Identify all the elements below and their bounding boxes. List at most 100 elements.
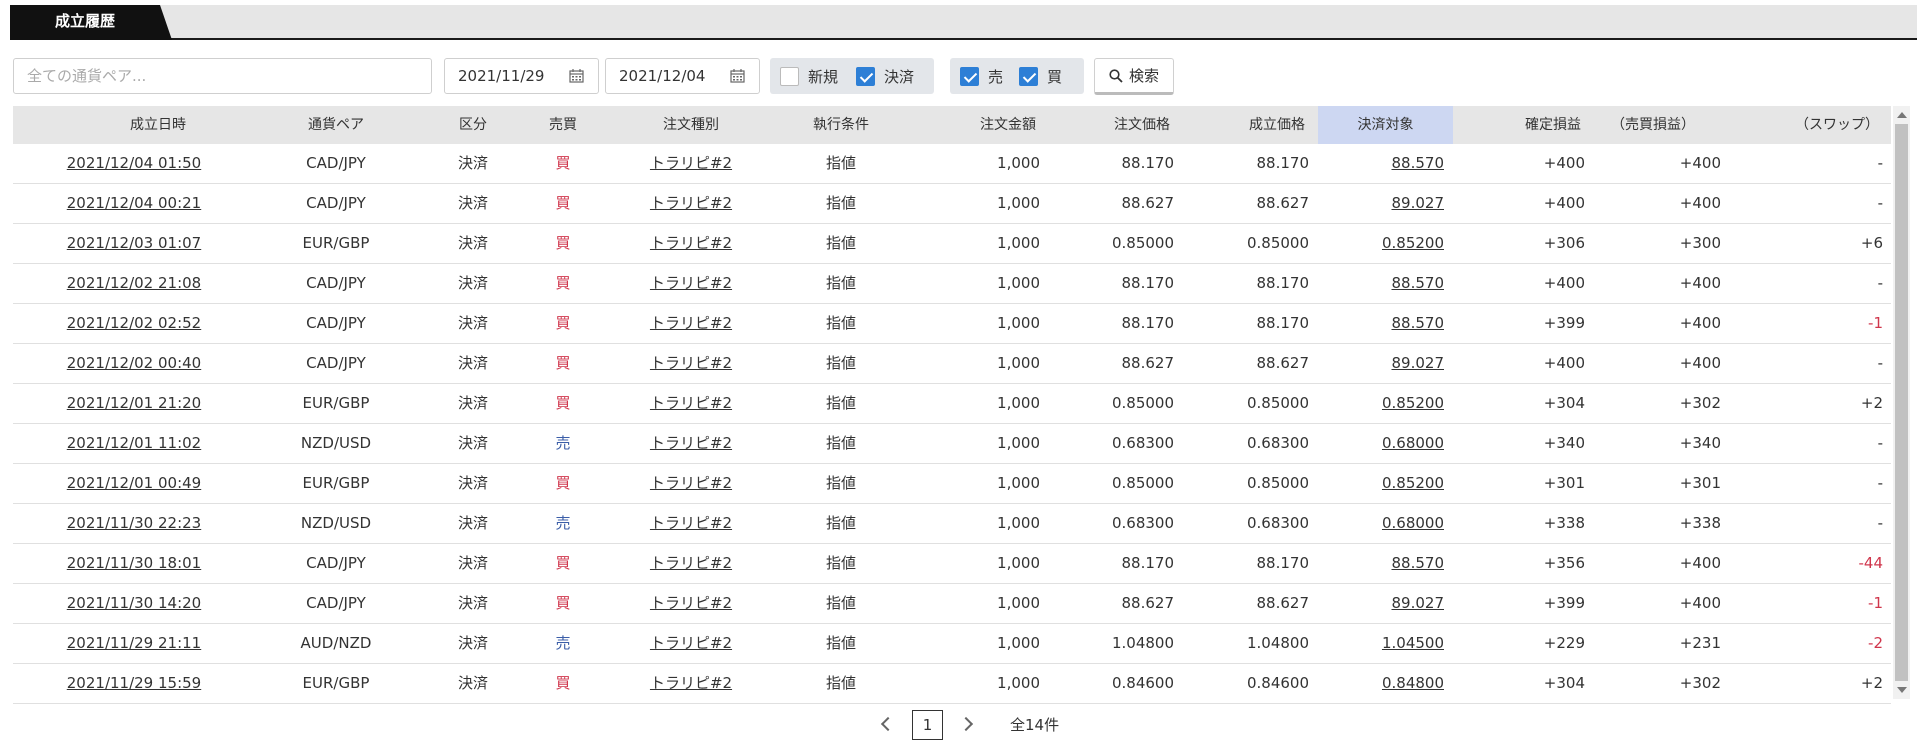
cell-pnl: +301 [1543, 474, 1585, 492]
cell-order-type[interactable]: トラリピ#2 [626, 264, 756, 303]
scroll-up-arrow-icon[interactable] [1897, 112, 1907, 118]
cell-target[interactable]: 0.85200 [1318, 464, 1444, 503]
search-button-label: 検索 [1128, 67, 1159, 85]
tab-execution-history[interactable]: 成立履歴 [10, 5, 172, 40]
cell-order-type[interactable]: トラリピ#2 [626, 224, 756, 263]
cell-order-type[interactable]: トラリピ#2 [626, 664, 756, 703]
cell-target[interactable]: 89.027 [1318, 184, 1445, 223]
cell-target[interactable]: 88.570 [1318, 304, 1445, 343]
cell-pair: CAD/JPY [306, 194, 366, 212]
cell-datetime[interactable]: 2021/11/30 14:20 [41, 584, 227, 623]
column-header-order-price: 注文価格 [1114, 117, 1170, 133]
next-page-chevron-icon[interactable] [957, 714, 977, 734]
cell-datetime[interactable]: 2021/11/30 18:01 [41, 544, 227, 583]
cell-order-type[interactable]: トラリピ#2 [626, 624, 756, 663]
checkbox-new-box[interactable] [780, 66, 799, 86]
cell-trade-pnl: +400 [1679, 354, 1721, 372]
checkbox-sell[interactable]: 売 [960, 66, 1003, 86]
cell-order-type[interactable]: トラリピ#2 [626, 424, 756, 463]
cell-swap: - [1877, 434, 1883, 452]
table-header: 成立日時 通貨ペア 区分 売買 注文種別 執行条件 注文金額 注文価格 成立価格 決済対象 確定損益… [13, 106, 1891, 144]
cell-order-type[interactable]: トラリピ#2 [626, 344, 756, 383]
current-page-button[interactable]: 1 [912, 710, 943, 740]
cell-datetime[interactable]: 2021/11/29 21:11 [41, 624, 227, 663]
cell-fill-price: 0.85000 [1246, 394, 1309, 412]
cell-target[interactable]: 0.68000 [1318, 424, 1444, 463]
cell-amount: 1,000 [997, 634, 1040, 652]
cell-datetime[interactable]: 2021/12/01 11:02 [41, 424, 227, 463]
cell-target[interactable]: 1.04500 [1318, 624, 1444, 663]
calendar-icon[interactable] [730, 69, 745, 83]
cell-fill-price: 1.04800 [1246, 634, 1309, 652]
checkbox-buy-box[interactable] [1019, 66, 1038, 86]
cell-target[interactable]: 0.85200 [1318, 384, 1444, 423]
date-from-field[interactable]: 2021/11/29 [444, 58, 599, 94]
cell-target[interactable]: 0.85200 [1318, 224, 1444, 263]
cell-pnl: +400 [1543, 354, 1585, 372]
cell-pnl: +340 [1543, 434, 1585, 452]
cell-target[interactable]: 88.570 [1318, 544, 1445, 583]
cell-pair: CAD/JPY [306, 594, 366, 612]
cell-order-type[interactable]: トラリピ#2 [626, 544, 756, 583]
cell-order-type[interactable]: トラリピ#2 [626, 184, 756, 223]
cell-amount: 1,000 [997, 434, 1040, 452]
cell-datetime[interactable]: 2021/11/30 22:23 [41, 504, 227, 543]
cell-amount: 1,000 [997, 354, 1040, 372]
search-icon [1109, 68, 1123, 83]
search-button[interactable]: 検索 [1094, 58, 1174, 95]
cell-target[interactable]: 0.68000 [1318, 504, 1444, 543]
cell-pair: EUR/GBP [302, 234, 370, 252]
tab-label: 成立履歴 [54, 12, 115, 30]
calendar-icon[interactable] [569, 69, 584, 83]
cell-target[interactable]: 89.027 [1318, 584, 1445, 623]
column-header-kubun: 区分 [459, 117, 487, 133]
prev-page-chevron-icon[interactable] [876, 714, 896, 734]
cell-condition: 指値 [825, 354, 856, 372]
cell-pair: EUR/GBP [302, 474, 370, 492]
cell-condition: 指値 [825, 274, 856, 292]
date-to-field[interactable]: 2021/12/04 [605, 58, 760, 94]
cell-condition: 指値 [825, 154, 856, 172]
cell-order-type[interactable]: トラリピ#2 [626, 304, 756, 343]
cell-datetime[interactable]: 2021/12/04 01:50 [41, 144, 227, 183]
cell-datetime[interactable]: 2021/12/03 01:07 [41, 224, 227, 263]
cell-kubun: 決済 [457, 674, 488, 692]
cell-order-type[interactable]: トラリピ#2 [626, 464, 756, 503]
cell-condition: 指値 [825, 234, 856, 252]
vertical-scrollbar[interactable] [1893, 106, 1910, 699]
cell-pnl: +338 [1543, 514, 1585, 532]
cell-order-price: 88.170 [1121, 554, 1175, 572]
scrollbar-thumb[interactable] [1895, 124, 1908, 681]
cell-order-type[interactable]: トラリピ#2 [626, 144, 756, 183]
cell-order-type[interactable]: トラリピ#2 [626, 384, 756, 423]
cell-datetime[interactable]: 2021/11/29 15:59 [41, 664, 227, 703]
cell-datetime[interactable]: 2021/12/02 21:08 [41, 264, 227, 303]
cell-pnl: +399 [1543, 594, 1585, 612]
cell-order-type[interactable]: トラリピ#2 [626, 584, 756, 623]
scroll-down-arrow-icon[interactable] [1897, 687, 1907, 693]
date-from-value: 2021/11/29 [458, 67, 545, 85]
cell-fill-price: 88.627 [1256, 594, 1310, 612]
cell-target[interactable]: 88.570 [1318, 264, 1445, 303]
cell-swap: - [1877, 514, 1883, 532]
cell-target[interactable]: 88.570 [1318, 144, 1445, 183]
cell-datetime[interactable]: 2021/12/02 02:52 [41, 304, 227, 343]
cell-datetime[interactable]: 2021/12/01 00:49 [41, 464, 227, 503]
checkbox-new[interactable]: 新規 [780, 66, 838, 86]
cell-datetime[interactable]: 2021/12/02 00:40 [41, 344, 227, 383]
cell-pair: CAD/JPY [306, 154, 366, 172]
checkbox-buy[interactable]: 買 [1019, 66, 1062, 86]
cell-target[interactable]: 89.027 [1318, 344, 1445, 383]
checkbox-settlement-box[interactable] [856, 66, 875, 86]
checkbox-sell-box[interactable] [960, 66, 979, 86]
currency-pair-input[interactable] [13, 58, 432, 94]
cell-target[interactable]: 0.84800 [1318, 664, 1444, 703]
checkbox-settlement[interactable]: 決済 [856, 66, 914, 86]
cell-order-type[interactable]: トラリピ#2 [626, 504, 756, 543]
cell-datetime[interactable]: 2021/12/04 00:21 [41, 184, 227, 223]
cell-side: 売 [555, 634, 571, 652]
cell-datetime[interactable]: 2021/12/01 21:20 [41, 384, 227, 423]
cell-kubun: 決済 [457, 154, 488, 172]
cell-condition: 指値 [825, 634, 856, 652]
cell-fill-price: 0.84600 [1246, 674, 1309, 692]
